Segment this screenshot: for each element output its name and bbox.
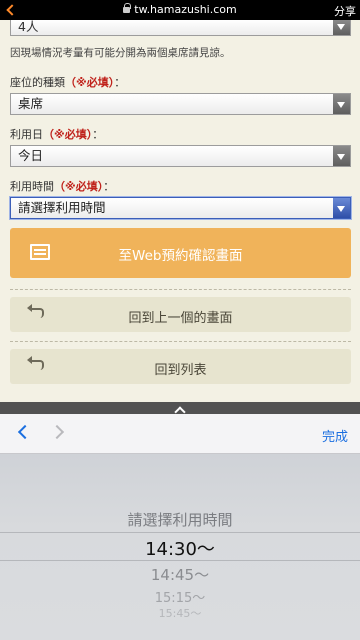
party-size-value: 4人	[18, 19, 39, 34]
picker-option-selected[interactable]: 14:30～	[0, 535, 360, 561]
required-mark: （※必填）	[43, 128, 93, 141]
keyboard-accessory-bar: 完成	[0, 414, 360, 454]
time-select[interactable]: 請選擇利用時間	[10, 197, 351, 219]
selection-line	[0, 532, 360, 533]
url-display[interactable]: tw.hamazushi.com	[0, 3, 360, 16]
seat-type-value: 桌席	[18, 96, 44, 111]
picker-option[interactable]: 請選擇利用時間	[0, 509, 360, 530]
time-label: 利用時間（※必填）：	[10, 180, 115, 193]
previous-field-icon[interactable]	[17, 424, 33, 440]
dropdown-arrow-icon	[333, 198, 350, 218]
back-to-list-button[interactable]: 回到列表	[10, 349, 351, 384]
seat-type-select[interactable]: 桌席	[10, 93, 351, 115]
web-reservation-confirm-button[interactable]: 至Web預約確認畫面	[10, 228, 351, 278]
url-text: tw.hamazushi.com	[134, 3, 237, 16]
divider	[10, 341, 351, 342]
required-mark: （※必填）	[54, 180, 104, 193]
picker-option[interactable]: 15:15～	[0, 587, 360, 606]
overlay-handle-bar[interactable]	[0, 402, 360, 418]
lock-icon	[123, 3, 132, 13]
back-to-previous-button[interactable]: 回到上一個的畫面	[10, 297, 351, 332]
date-value: 今日	[18, 148, 44, 163]
done-button[interactable]: 完成	[322, 426, 348, 445]
share-button[interactable]: 分享	[334, 3, 356, 19]
dropdown-arrow-icon	[333, 146, 350, 166]
divider	[10, 289, 351, 290]
browser-status-bar: tw.hamazushi.com 分享	[0, 0, 360, 20]
time-value: 請選擇利用時間	[18, 200, 106, 215]
back-button-label: 回到上一個的畫面	[128, 311, 233, 326]
reservation-form: 4人 因現場情況考量有可能分開為兩個桌席請見諒。 座位的種類（※必填）： 桌席 …	[0, 20, 360, 402]
confirm-button-label: 至Web預約確認畫面	[118, 248, 243, 264]
seat-note: 因現場情況考量有可能分開為兩個桌席請見諒。	[10, 47, 231, 59]
next-field-icon[interactable]	[49, 424, 65, 440]
dropdown-arrow-icon	[333, 94, 350, 114]
picker-option[interactable]: 14:45～	[0, 564, 360, 585]
seat-type-label: 座位的種類（※必填）：	[10, 76, 126, 89]
required-mark: （※必填）	[65, 76, 115, 89]
dropdown-arrow-icon	[333, 20, 350, 35]
time-picker-wheel[interactable]: 請選擇利用時間 14:30～ 14:45～ 15:15～ 15:45～	[0, 454, 360, 640]
party-size-select[interactable]: 4人	[10, 20, 351, 36]
picker-option[interactable]: 15:45～	[0, 605, 360, 621]
date-label: 利用日（※必填）：	[10, 128, 104, 141]
date-select[interactable]: 今日	[10, 145, 351, 167]
list-button-label: 回到列表	[154, 363, 207, 378]
